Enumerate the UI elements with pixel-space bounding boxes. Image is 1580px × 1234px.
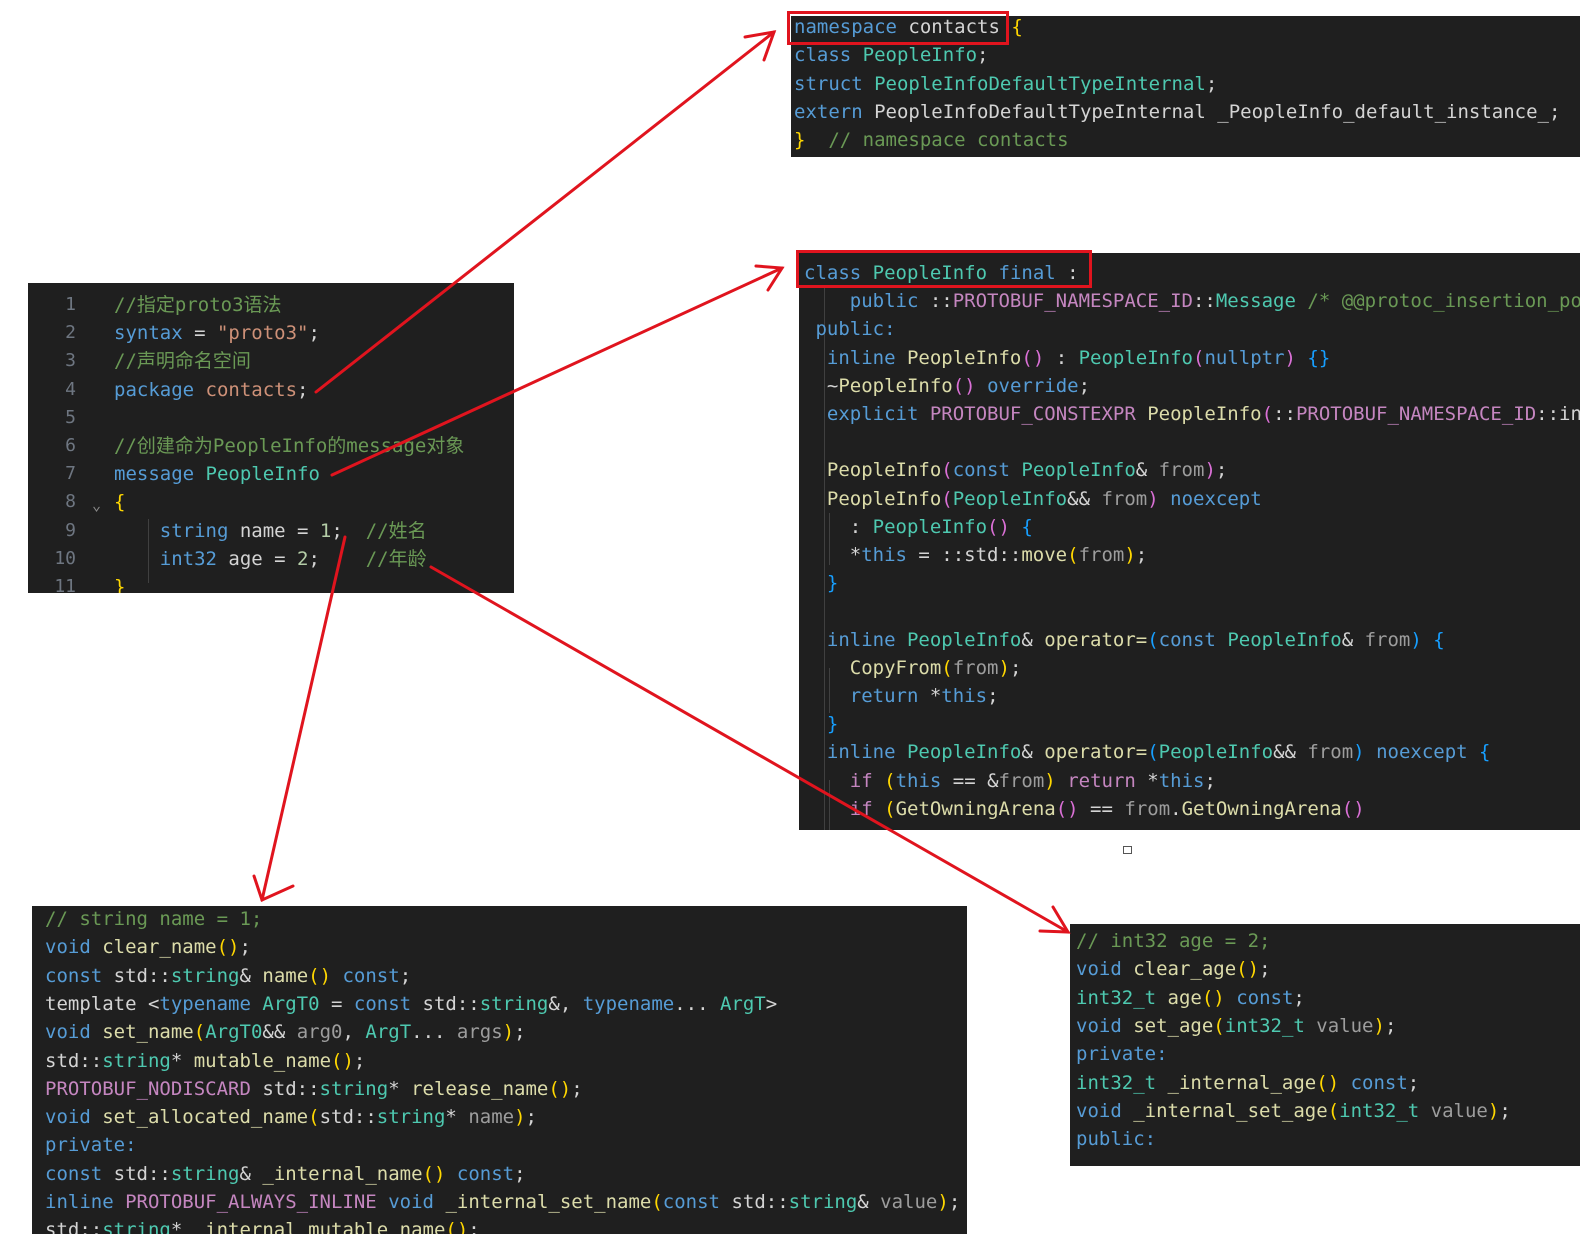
arrowhead	[252, 874, 295, 903]
annotation-arrows	[252, 30, 1071, 934]
arrow-package-to-namespace	[314, 30, 776, 394]
arrow-message-to-class	[330, 266, 784, 477]
arrow-age-to-accessors	[429, 565, 1070, 934]
arrow-name-to-accessors	[260, 535, 347, 902]
